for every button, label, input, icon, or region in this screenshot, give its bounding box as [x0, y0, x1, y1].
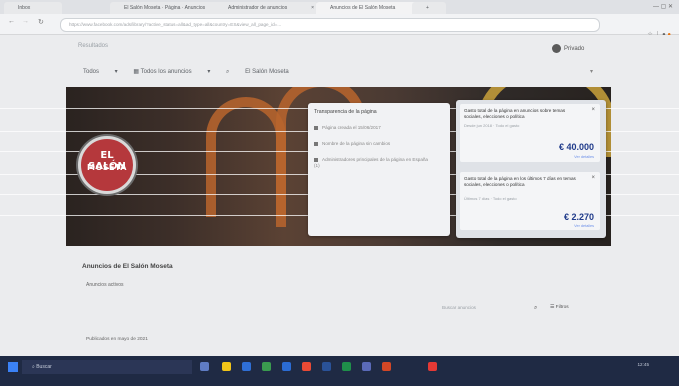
page-subtitle: Anuncios activos	[86, 282, 124, 288]
spend-card-title: Gasto total de la página en los últimos …	[464, 176, 576, 187]
filters-label: Filtros	[555, 305, 569, 310]
transparency-item-text: Página creada el 15/06/2017	[322, 125, 381, 130]
taskbar-search-label: Buscar	[36, 364, 52, 370]
spend-card: Gasto total de la página en anuncios sob…	[460, 104, 600, 162]
page-logo[interactable]: EL SALÓN MOSETA	[78, 136, 136, 194]
close-icon[interactable]: ×	[591, 107, 595, 113]
filters-button[interactable]: ☰ Filtros	[550, 305, 569, 310]
tab-label: Inbox	[18, 5, 31, 11]
type-filter-label: Todos los anuncios	[140, 69, 192, 75]
search-icon[interactable]: ⌕	[534, 305, 537, 312]
logo-line2: MOSETA	[86, 163, 127, 172]
excel-icon[interactable]	[342, 362, 351, 371]
spend-card-subtitle: Últimos 7 días · Todo el gasto	[464, 196, 517, 201]
browser-tab-active[interactable]: Anuncios de El Salón Moseta×	[316, 2, 422, 14]
profile-label: Privado	[564, 46, 585, 53]
search-icon: ⌕	[226, 69, 230, 75]
mail-icon[interactable]	[282, 362, 291, 371]
spend-details-link[interactable]: Ver detalles	[574, 224, 594, 228]
published-date: Publicados en mayo de 2021	[86, 337, 148, 342]
transparency-item-text: Nombre de la página sin cambios	[322, 141, 391, 146]
status-filter-label: Todos	[83, 69, 100, 75]
transparency-heading: Transparencia de la página	[314, 109, 377, 115]
transparency-item: Nombre de la página sin cambios	[314, 141, 390, 146]
spend-card: Gasto total de la página en los últimos …	[460, 172, 600, 230]
teams-icon[interactable]	[362, 362, 371, 371]
tab-label: Anuncios de El Salón Moseta	[330, 5, 396, 11]
flag-icon	[314, 125, 318, 130]
type-filter[interactable]: ▦ Todos los anuncios ▾	[133, 69, 210, 75]
taskbar-search[interactable]: ⌕ Buscar	[22, 360, 192, 374]
page-filter[interactable]: ⌕ El Salón Moseta	[226, 69, 303, 75]
spend-amount: € 2.270	[563, 212, 594, 222]
page-filter-label: El Salón Moseta	[245, 69, 289, 75]
tab-label: El Salón Moseta · Página · Anuncios	[124, 5, 206, 11]
avatar	[552, 44, 561, 53]
history-icon	[314, 141, 318, 146]
filter-bar: Todos ▾ ▦ Todos los anuncios ▾ ⌕ El Saló…	[83, 68, 317, 78]
address-bar-row: ← → ↻ https://www.facebook.com/ads/libra…	[0, 14, 679, 38]
profile-button[interactable]: Privado	[552, 44, 584, 53]
forward-icon[interactable]: →	[22, 18, 29, 25]
breadcrumb[interactable]: Resultados	[78, 43, 108, 49]
spend-card-title: Gasto total de la página en anuncios sob…	[464, 108, 566, 119]
spend-amount: € 40.000	[558, 142, 594, 152]
search-input[interactable]: Buscar anuncios	[442, 305, 520, 314]
transparency-card: Transparencia de la página Página creada…	[308, 103, 450, 236]
browser-tab[interactable]: El Salón Moseta · Página · Anuncios×	[110, 2, 224, 14]
start-button[interactable]	[8, 362, 18, 372]
chrome-icon[interactable]	[302, 362, 311, 371]
arch-decoration	[206, 97, 286, 217]
reload-icon[interactable]: ↻	[38, 18, 44, 26]
system-tray-clock[interactable]: 12:45	[638, 362, 650, 367]
back-icon[interactable]: ←	[8, 18, 15, 25]
page-title: Anuncios de El Salón Moseta	[82, 263, 173, 270]
tab-label: Administrador de anuncios	[228, 5, 288, 11]
close-icon[interactable]: ×	[311, 2, 314, 14]
new-tab-button[interactable]: +	[412, 2, 446, 14]
url-field[interactable]: https://www.facebook.com/ads/library/?ac…	[60, 18, 600, 32]
location-icon	[314, 157, 318, 162]
window-controls[interactable]: — ▢ ✕	[653, 3, 673, 10]
chevron-down-icon[interactable]: ▾	[590, 68, 593, 75]
transparency-item-text: Administradores principales de la página…	[314, 157, 428, 168]
status-filter[interactable]: Todos ▾	[83, 69, 118, 75]
spend-details-link[interactable]: Ver detalles	[574, 155, 594, 159]
folder-icon[interactable]	[222, 362, 231, 371]
powerpoint-icon[interactable]	[382, 362, 391, 371]
close-icon[interactable]: ×	[591, 175, 595, 181]
browser-tab[interactable]: Administrador de anuncios ×	[214, 2, 318, 14]
browser-tab[interactable]: Inbox	[4, 2, 62, 14]
transparency-item: Página creada el 15/06/2017	[314, 125, 381, 130]
edge-icon[interactable]	[242, 362, 251, 371]
task-view-icon[interactable]	[200, 362, 209, 371]
spend-card-subtitle: Desde jun 2018 · Todo el gasto	[464, 123, 520, 128]
store-icon[interactable]	[262, 362, 271, 371]
spend-panel: Gasto total de la página en anuncios sob…	[456, 100, 606, 238]
transparency-item[interactable]: Administradores principales de la página…	[314, 157, 434, 169]
pdf-icon[interactable]	[428, 362, 437, 371]
browser-tab-bar: Inbox El Salón Moseta · Página · Anuncio…	[0, 0, 679, 14]
word-icon[interactable]	[322, 362, 331, 371]
